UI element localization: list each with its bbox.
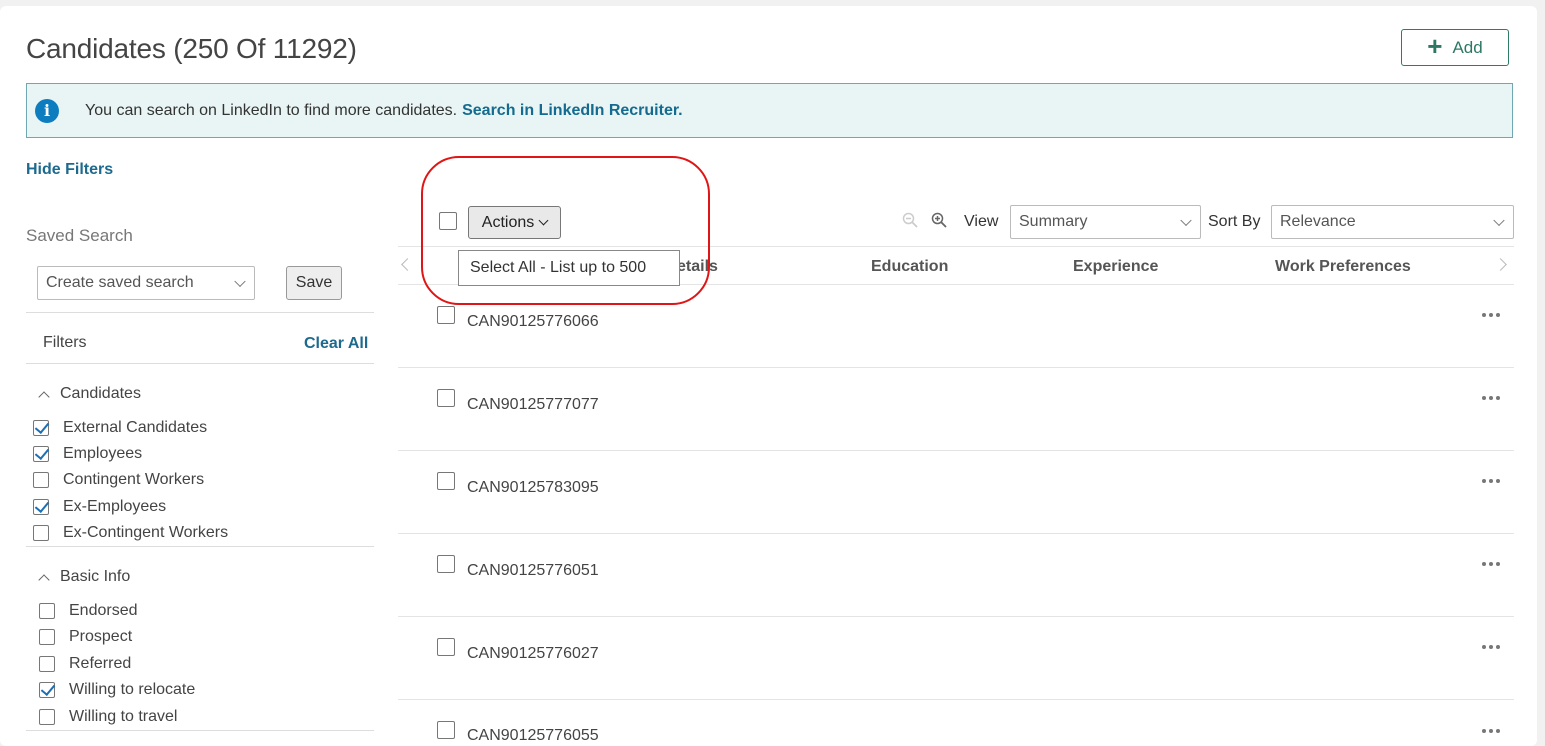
filter-label: Contingent Workers	[63, 471, 205, 488]
row-divider	[398, 533, 1514, 534]
select-all-checkbox[interactable]	[439, 212, 457, 230]
filter-label: Ex-Contingent Workers	[63, 524, 229, 541]
checkbox[interactable]	[33, 472, 49, 488]
row-checkbox[interactable]	[437, 555, 455, 573]
plus-icon: +	[1427, 31, 1443, 61]
filter-contingent-workers[interactable]: Contingent Workers	[33, 471, 204, 489]
row-divider	[398, 616, 1514, 617]
candidates-group-toggle[interactable]: Candidates	[38, 385, 141, 403]
save-button[interactable]: Save	[286, 266, 342, 300]
column-education: Education	[871, 258, 949, 275]
column-experience: Experience	[1073, 258, 1159, 275]
column-details: etails	[677, 258, 718, 275]
candidate-id[interactable]: CAN90125776055	[467, 727, 599, 745]
banner-message: You can search on LinkedIn to find more …	[85, 101, 458, 119]
filter-referred[interactable]: Referred	[39, 655, 131, 673]
checkbox[interactable]	[33, 420, 49, 436]
filter-ex-employees[interactable]: Ex-Employees	[33, 498, 166, 516]
linkedin-info-banner: i You can search on LinkedIn to find mor…	[26, 83, 1513, 138]
more-options-icon[interactable]	[1482, 396, 1500, 400]
divider	[26, 546, 374, 547]
checkbox[interactable]	[39, 682, 55, 698]
row-checkbox[interactable]	[437, 721, 455, 739]
checkbox[interactable]	[33, 499, 49, 515]
linkedin-recruiter-link[interactable]: Search in LinkedIn Recruiter.	[462, 102, 683, 120]
filter-label: Referred	[69, 655, 132, 672]
saved-search-label: Saved Search	[26, 226, 133, 245]
filter-label: Willing to travel	[69, 708, 178, 725]
group-title: Candidates	[60, 385, 141, 402]
filter-external-candidates[interactable]: External Candidates	[33, 419, 207, 437]
divider	[26, 730, 374, 731]
select-all-tooltip: Select All - List up to 500	[458, 250, 680, 286]
checkbox[interactable]	[33, 446, 49, 462]
chevron-down-icon	[1180, 214, 1192, 227]
more-options-icon[interactable]	[1482, 729, 1500, 733]
view-value: Summary	[1019, 213, 1088, 230]
filter-label: Ex-Employees	[63, 498, 167, 515]
candidate-id[interactable]: CAN90125776066	[467, 313, 599, 331]
filter-ex-contingent-workers[interactable]: Ex-Contingent Workers	[33, 524, 228, 542]
chevron-down-icon	[234, 275, 246, 288]
filter-label: Willing to relocate	[69, 681, 196, 698]
view-select[interactable]: Summary	[1010, 205, 1201, 239]
candidate-id[interactable]: CAN90125776027	[467, 645, 599, 663]
chevron-down-icon	[1493, 214, 1505, 227]
filter-endorsed[interactable]: Endorsed	[39, 602, 138, 620]
checkbox[interactable]	[39, 656, 55, 672]
filter-willing-to-relocate[interactable]: Willing to relocate	[39, 681, 195, 699]
info-icon: i	[35, 98, 59, 123]
add-button[interactable]: + Add	[1401, 29, 1509, 66]
filters-label: Filters	[43, 334, 87, 351]
chevron-up-icon	[38, 390, 50, 403]
view-label: View	[964, 213, 999, 230]
zoom-in-icon[interactable]	[931, 212, 947, 228]
divider	[26, 312, 374, 313]
row-checkbox[interactable]	[437, 472, 455, 490]
filter-label: External Candidates	[63, 419, 208, 436]
checkbox[interactable]	[39, 603, 55, 619]
more-options-icon[interactable]	[1482, 479, 1500, 483]
more-options-icon[interactable]	[1482, 562, 1500, 566]
candidate-id[interactable]: CAN90125783095	[467, 479, 599, 497]
basic-info-group-toggle[interactable]: Basic Info	[38, 568, 131, 586]
more-options-icon[interactable]	[1482, 313, 1500, 317]
zoom-out-icon[interactable]	[902, 212, 918, 228]
candidate-id[interactable]: CAN90125777077	[467, 396, 599, 414]
clear-all-link[interactable]: Clear All	[304, 335, 368, 353]
divider	[26, 363, 374, 364]
row-checkbox[interactable]	[437, 306, 455, 324]
filter-willing-to-travel[interactable]: Willing to travel	[39, 708, 177, 726]
divider	[398, 246, 1514, 247]
checkbox[interactable]	[33, 525, 49, 541]
saved-search-placeholder: Create saved search	[46, 274, 194, 291]
checkbox[interactable]	[39, 709, 55, 725]
row-divider	[398, 367, 1514, 368]
row-checkbox[interactable]	[437, 638, 455, 656]
filter-label: Employees	[63, 445, 143, 462]
more-options-icon[interactable]	[1482, 645, 1500, 649]
filter-prospect[interactable]: Prospect	[39, 628, 132, 646]
filter-label: Prospect	[69, 628, 133, 645]
actions-menu-button[interactable]: Actions	[468, 206, 561, 239]
row-checkbox[interactable]	[437, 389, 455, 407]
filter-employees[interactable]: Employees	[33, 445, 142, 463]
filter-label: Endorsed	[69, 602, 138, 619]
saved-search-select[interactable]: Create saved search	[37, 266, 255, 300]
column-work-preferences: Work Preferences	[1275, 258, 1411, 275]
chevron-up-icon	[38, 573, 50, 586]
sort-by-select[interactable]: Relevance	[1271, 205, 1514, 239]
add-button-label: Add	[1452, 37, 1483, 57]
group-title: Basic Info	[60, 568, 131, 585]
actions-label: Actions	[481, 213, 535, 231]
hide-filters-link[interactable]: Hide Filters	[26, 161, 113, 179]
candidate-id[interactable]: CAN90125776051	[467, 562, 599, 580]
row-divider	[398, 699, 1514, 700]
sort-value: Relevance	[1280, 213, 1356, 230]
chevron-down-icon	[538, 215, 549, 226]
page-title: Candidates (250 Of 11292)	[26, 33, 357, 64]
sort-by-label: Sort By	[1208, 213, 1261, 230]
row-divider	[398, 450, 1514, 451]
checkbox[interactable]	[39, 629, 55, 645]
